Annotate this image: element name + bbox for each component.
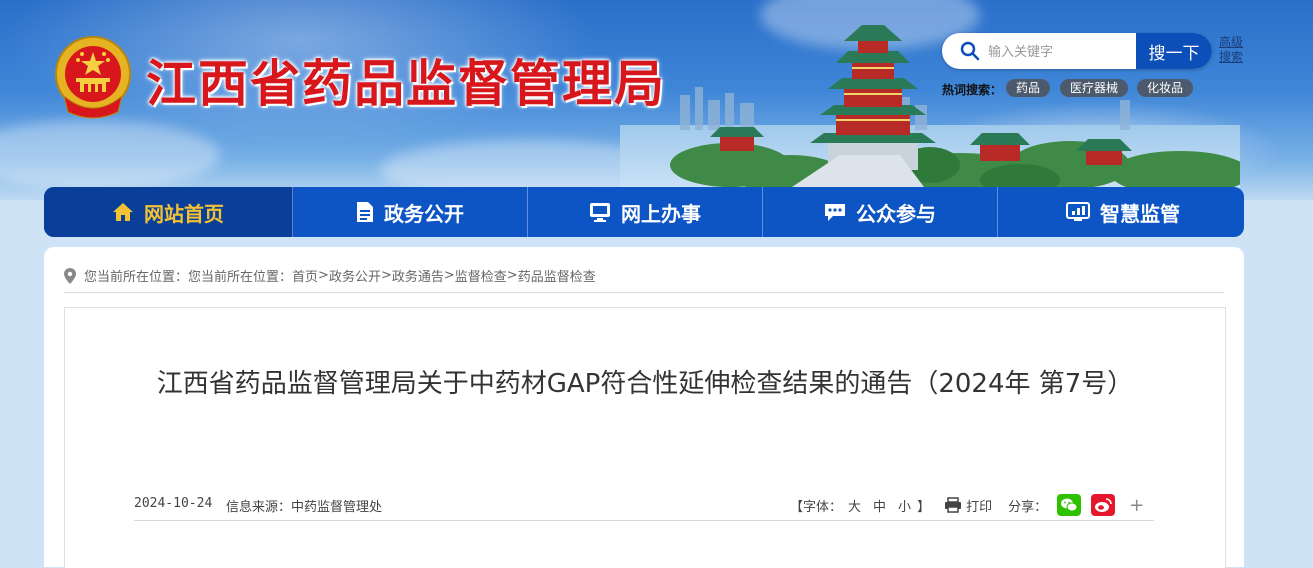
- breadcrumb: 您当前所在位置：您当前所在位置： 首页 > 政务公开 > 政务通告 > 监督检查…: [64, 266, 596, 285]
- site-header: 江西省药品监督管理局 输入关键字 搜一下 高级搜索 热词搜索： 药品 医疗器械 …: [0, 0, 1313, 200]
- breadcrumb-home[interactable]: 首页: [292, 266, 318, 285]
- document-icon: [357, 202, 373, 222]
- nav-label: 公众参与: [856, 201, 936, 226]
- font-size-close: 】: [917, 499, 931, 515]
- nav-item-smart-supervision[interactable]: 智慧监管: [998, 187, 1244, 237]
- nav-label: 智慧监管: [1100, 201, 1180, 226]
- article-title: 江西省药品监督管理局关于中药材GAP符合性延伸检查结果的通告（2024年 第7号…: [156, 369, 1134, 399]
- printer-icon: [945, 497, 962, 513]
- breadcrumb-separator: >: [380, 268, 392, 283]
- breadcrumb-prefix: 您当前所在位置：您当前所在位置：: [84, 270, 293, 285]
- font-size-label: 【字体：: [790, 499, 843, 515]
- search-button[interactable]: 搜一下: [1136, 33, 1212, 69]
- nav-item-online-services[interactable]: 网上办事: [528, 187, 763, 237]
- font-size-small[interactable]: 小: [898, 496, 911, 515]
- hot-search-label: 热词搜索：: [942, 83, 1003, 97]
- location-pin-icon: [64, 267, 76, 284]
- search-box: 搜一下: [942, 33, 1212, 69]
- site-title: 江西省药品监督管理局: [146, 55, 666, 113]
- national-emblem-icon: [55, 36, 131, 119]
- share-wechat-button[interactable]: [1057, 494, 1082, 516]
- info-source: 信息来源：中药监督管理处: [226, 500, 383, 515]
- wechat-icon: [1061, 498, 1078, 512]
- hot-tag-drug[interactable]: 药品: [1006, 79, 1051, 97]
- article-tools: 【字体： 大 中 小 】 打印 分享： +: [790, 494, 1144, 516]
- breadcrumb-separator: >: [443, 268, 455, 283]
- breadcrumb-notices[interactable]: 政务通告: [392, 266, 444, 285]
- divider: [134, 520, 1154, 521]
- nav-item-government-affairs[interactable]: 政务公开: [293, 187, 528, 237]
- breadcrumb-drug-inspection[interactable]: 药品监督检查: [518, 266, 596, 285]
- hot-tag-medical-device[interactable]: 医疗器械: [1060, 79, 1129, 97]
- print-button[interactable]: 打印: [944, 496, 992, 515]
- breadcrumb-government-affairs[interactable]: 政务公开: [329, 266, 381, 285]
- weibo-icon: [1095, 498, 1112, 512]
- print-label: 打印: [966, 499, 993, 515]
- nav-item-home[interactable]: 网站首页: [44, 187, 293, 237]
- font-size-large[interactable]: 大: [848, 496, 861, 515]
- monitor-icon: [590, 203, 610, 222]
- more-share-button[interactable]: +: [1129, 495, 1144, 516]
- main-nav: 网站首页 政务公开 网上办事 公众参与 智慧监管: [44, 187, 1244, 237]
- home-icon: [113, 203, 133, 221]
- share-label: 分享：: [1008, 499, 1048, 515]
- nav-label: 网上办事: [621, 201, 701, 226]
- nav-label: 政务公开: [384, 201, 464, 226]
- breadcrumb-separator: >: [506, 268, 518, 283]
- hot-tag-cosmetics[interactable]: 化妆品: [1137, 79, 1194, 97]
- nav-item-public-participation[interactable]: 公众参与: [763, 187, 998, 237]
- dashboard-icon: [1066, 202, 1090, 221]
- search-input[interactable]: [986, 33, 1138, 69]
- article-container: [64, 307, 1226, 568]
- breadcrumb-inspection[interactable]: 监督检查: [455, 266, 507, 285]
- nav-label: 网站首页: [144, 201, 224, 226]
- share-weibo-button[interactable]: [1091, 494, 1116, 516]
- font-size-medium[interactable]: 中: [873, 496, 886, 515]
- chat-icon: [825, 204, 845, 221]
- breadcrumb-separator: >: [318, 268, 329, 283]
- search-icon: [960, 41, 980, 61]
- divider: [64, 292, 1224, 293]
- advanced-search-link[interactable]: 高级搜索: [1219, 35, 1245, 65]
- publish-date: 2024-10-24: [134, 496, 213, 511]
